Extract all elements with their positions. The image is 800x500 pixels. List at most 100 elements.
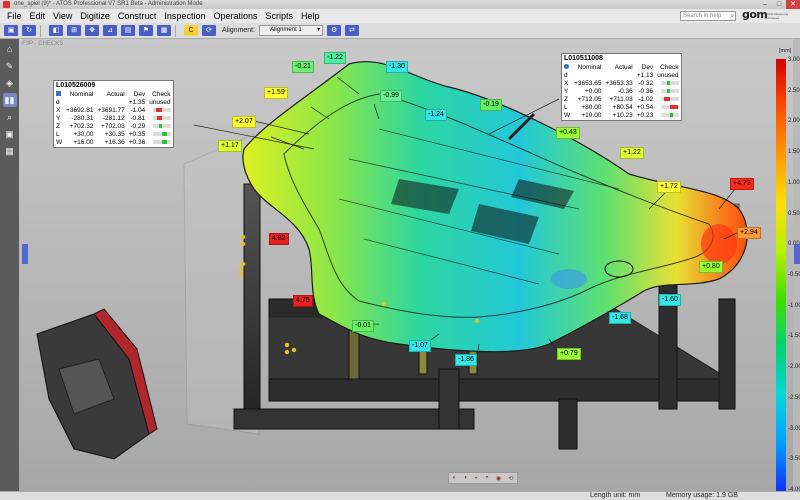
title-bar: one_spiel (9)* - ATOS Professional V7 SR… [0, 0, 800, 9]
separate-fixture-part [36, 308, 158, 460]
toolbar-separator [40, 24, 41, 37]
deviation-label[interactable]: -1.07 [409, 340, 431, 352]
scale-tick-label: -0.50 [788, 272, 800, 278]
maximize-button[interactable]: □ [772, 0, 786, 9]
deviation-label[interactable]: +4.73 [730, 178, 754, 190]
deviation-label[interactable]: +0.79 [557, 348, 581, 360]
deviation-bar [152, 108, 171, 113]
label-tool-icon[interactable]: ▤ [121, 25, 135, 36]
table-row: Z +712.05 +711.03 -1.02 [562, 96, 681, 104]
pan-tool-icon[interactable]: ✥ [85, 25, 99, 36]
alignment-value: Alignment 1 [270, 27, 302, 33]
check-table-L010511008[interactable]: L010511008 Nominal Actual Dev Check d +1.… [561, 53, 682, 121]
check-table-L010526009[interactable]: L010526009 Nominal Actual Dev Check d +1.… [53, 80, 174, 148]
deviation-label[interactable]: +1.17 [218, 140, 242, 152]
recompute-icon[interactable]: C [184, 25, 198, 36]
table-row: X +3692.81 +3691.77 -1.04 [54, 107, 173, 115]
memory-usage-status: Memory usage: 1.9 GB [666, 492, 738, 499]
view-fit-icon[interactable]: ◉ [496, 475, 501, 482]
menu-inspection[interactable]: Inspection [160, 11, 209, 21]
menu-edit[interactable]: Edit [26, 11, 50, 21]
view-top-icon[interactable]: ◑ [463, 475, 467, 481]
deviation-label[interactable]: +2.94 [737, 227, 761, 239]
deviation-label[interactable]: +1.59 [264, 87, 288, 99]
header-check: Check [152, 91, 171, 98]
scale-tick-label: 2.50 [788, 87, 800, 94]
app-icon [3, 1, 10, 8]
search-icon[interactable]: ⌕ [730, 12, 734, 21]
deviation-label[interactable]: 4.82 [269, 233, 289, 245]
view-iso-icon[interactable]: ◓ [485, 475, 489, 481]
view-front-icon[interactable]: ◐ [453, 475, 457, 481]
menu-file[interactable]: File [3, 11, 26, 21]
table-row: d +1.35 unused [56, 99, 171, 106]
3d-viewport[interactable]: F3P · CHECKS L010526009 Nominal Actual D… [19, 39, 800, 493]
refresh-icon[interactable]: ⟳ [202, 25, 216, 36]
deviation-label[interactable]: +2.07 [232, 116, 256, 128]
table-row: W +10.00 +10.23 +0.23 [562, 112, 681, 120]
zoom-tool-icon[interactable]: ⊞ [67, 25, 81, 36]
help-search-input[interactable]: Search in help ⌕ [680, 11, 736, 21]
deviation-label[interactable]: -1.22 [324, 52, 346, 64]
menu-digitize[interactable]: Digitize [76, 11, 114, 21]
header-icon [562, 64, 572, 72]
select-tool-icon[interactable]: ▣ [4, 25, 18, 36]
deviation-label[interactable]: +1.72 [657, 181, 681, 193]
deviation-label[interactable]: -0.19 [480, 99, 502, 111]
alignment-select[interactable]: Alignment 1 ▾ [259, 25, 324, 36]
wrench-icon[interactable]: ✎ [3, 59, 17, 73]
toolbar-separator [175, 24, 176, 37]
header-nominal: Nominal [69, 91, 94, 98]
scale-tick-label: -1.50 [788, 333, 800, 340]
menu-construct[interactable]: Construct [114, 11, 161, 21]
menu-help[interactable]: Help [297, 11, 324, 21]
table-row: L +80.00 +80.54 +0.54 [562, 104, 681, 112]
header-nominal: Nominal [577, 64, 602, 71]
left-panel-toggle[interactable] [22, 244, 28, 264]
deviation-label[interactable]: -0.21 [292, 61, 314, 73]
alignment-tool-icon[interactable]: ⇄ [345, 25, 360, 36]
view-tool-icon[interactable]: ◧ [49, 25, 63, 36]
main-toolbar: ▣ ↻ ◧ ⊞ ✥ ⊿ ▤ ⚑ ▦ C ⟳ Alignment: Alignme… [0, 23, 800, 39]
deviation-label[interactable]: +0.80 [699, 261, 723, 273]
right-panel-toggle[interactable] [794, 244, 800, 264]
deviation-label[interactable]: -1.86 [455, 354, 477, 366]
close-button[interactable]: ✕ [786, 0, 800, 9]
search-icon[interactable]: ⌕ [3, 110, 17, 124]
scale-tick-label: -3.00 [788, 425, 800, 432]
deviation-label[interactable]: -1.24 [425, 109, 447, 121]
grid-tool-icon[interactable]: ▦ [157, 25, 171, 36]
scale-tick-label: 3.00 [788, 57, 800, 63]
search-placeholder: Search in help [683, 13, 722, 19]
inspection-icon[interactable]: ▮▮ [2, 93, 17, 107]
flag-tool-icon[interactable]: ⚑ [139, 25, 153, 36]
scale-tick-label: -3.50 [788, 456, 800, 463]
deviation-bar [152, 124, 171, 129]
rotate-tool-icon[interactable]: ↻ [22, 25, 36, 36]
layout-icon[interactable]: ▦ [3, 144, 17, 158]
explorer-icon[interactable]: ◈ [3, 76, 17, 90]
deviation-label[interactable]: 4.75 [293, 295, 313, 307]
view-reset-icon[interactable]: ⟲ [508, 475, 513, 482]
menu-view[interactable]: View [49, 11, 76, 21]
home-icon[interactable]: ⌂ [3, 42, 17, 56]
scale-tick-label: 0.50 [788, 210, 800, 217]
deviation-label[interactable]: +1.22 [620, 147, 644, 159]
table-row: X +3653.65 +3653.33 -0.32 [562, 80, 681, 88]
deviation-label[interactable]: -0.99 [380, 90, 402, 102]
scale-tick-label: -2.00 [788, 364, 800, 371]
view-side-icon[interactable]: ◒ [474, 475, 478, 481]
menu-scripts[interactable]: Scripts [261, 11, 297, 21]
menu-operations[interactable]: Operations [209, 11, 261, 21]
deviation-label[interactable]: -1.68 [609, 312, 631, 324]
measure-tool-icon[interactable]: ⊿ [103, 25, 117, 36]
deviation-label[interactable]: -0.01 [352, 320, 374, 332]
report-icon[interactable]: ▣ [3, 127, 17, 141]
table-row: W +16.00 +16.36 +0.36 [54, 139, 173, 147]
deviation-label[interactable]: -1.60 [659, 294, 681, 306]
alignment-settings-icon[interactable]: ⚙ [327, 25, 342, 36]
logo-tagline: Optical Measuring Techniques [764, 12, 789, 20]
deviation-label[interactable]: +0.43 [556, 127, 580, 139]
deviation-bar [152, 132, 171, 137]
deviation-label[interactable]: -1.30 [386, 61, 408, 73]
